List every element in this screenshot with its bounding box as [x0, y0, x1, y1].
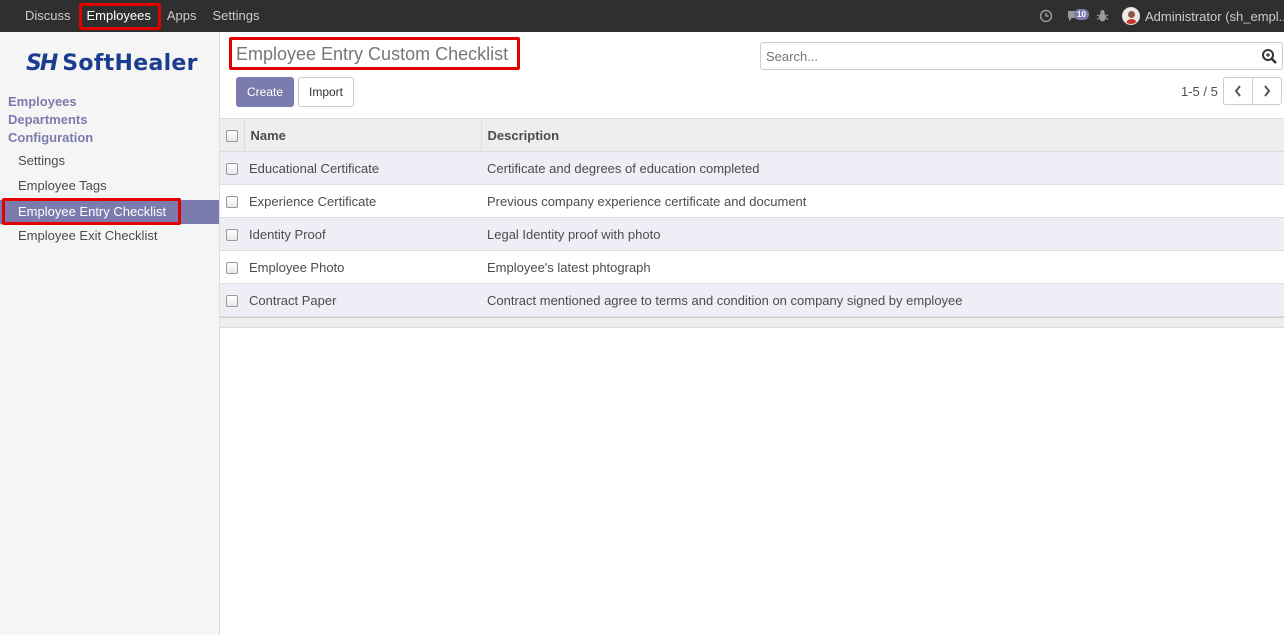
- chat-icon[interactable]: 10: [1060, 0, 1089, 32]
- table-footer: [220, 317, 1284, 327]
- sidebar-item-settings[interactable]: Settings: [0, 149, 219, 173]
- app-menu: Discuss Employees Apps Settings: [17, 0, 267, 32]
- sidebar-section-employees[interactable]: Employees: [8, 94, 77, 109]
- row-checkbox[interactable]: [226, 262, 238, 275]
- chevron-right-icon: [1264, 85, 1271, 97]
- search-box: [760, 42, 1283, 70]
- row-select-cell: [220, 185, 244, 218]
- pager-previous-button[interactable]: [1223, 77, 1253, 105]
- sidebar-section-configuration[interactable]: Configuration: [8, 130, 93, 145]
- avatar: [1122, 7, 1140, 25]
- row-description[interactable]: Previous company experience certificate …: [481, 185, 1284, 218]
- table-row[interactable]: Experience Certificate Previous company …: [220, 184, 1284, 218]
- main-content: Employee Entry Custom Checklist Create I…: [220, 32, 1284, 635]
- logo-mark: SH: [26, 50, 58, 76]
- chat-badge: 10: [1074, 9, 1089, 20]
- row-select-cell: [220, 218, 244, 251]
- row-description[interactable]: Employee's latest phtograph: [481, 251, 1284, 284]
- company-logo: SH SoftHealer: [26, 50, 198, 76]
- search-input[interactable]: [761, 43, 1251, 69]
- menu-discuss[interactable]: Discuss: [17, 0, 79, 32]
- menu-settings[interactable]: Settings: [204, 0, 267, 32]
- pager-next-button[interactable]: [1252, 77, 1282, 105]
- page-title: Employee Entry Custom Checklist: [236, 44, 509, 64]
- table-row[interactable]: Identity Proof Legal Identity proof with…: [220, 217, 1284, 251]
- sidebar-item-employee-exit-checklist[interactable]: Employee Exit Checklist: [0, 224, 219, 248]
- table-row[interactable]: Employee Photo Employee's latest phtogra…: [220, 250, 1284, 284]
- control-panel: Employee Entry Custom Checklist Create I…: [220, 32, 1284, 118]
- row-description[interactable]: Contract mentioned agree to terms and co…: [481, 284, 1284, 317]
- column-header-name[interactable]: Name: [243, 118, 482, 152]
- row-checkbox[interactable]: [226, 163, 238, 176]
- list-view: Name Description Educational Certificate…: [220, 118, 1284, 328]
- table-row[interactable]: Contract Paper Contract mentioned agree …: [220, 283, 1284, 317]
- table-row[interactable]: Educational Certificate Certificate and …: [220, 151, 1284, 185]
- menu-employees[interactable]: Employees: [79, 0, 159, 32]
- user-name: Administrator (sh_empl...: [1145, 8, 1284, 24]
- pager-value[interactable]: 1-5 / 5: [1181, 84, 1218, 99]
- sidebar-item-employee-entry-checklist[interactable]: Employee Entry Checklist: [0, 200, 219, 224]
- select-all-header: [220, 118, 244, 152]
- create-button[interactable]: Create: [236, 77, 294, 107]
- row-name[interactable]: Identity Proof: [244, 218, 481, 251]
- user-menu[interactable]: Administrator (sh_empl...: [1116, 7, 1284, 25]
- row-name[interactable]: Experience Certificate: [244, 185, 481, 218]
- checklist-table: Name Description Educational Certificate…: [220, 118, 1284, 317]
- table-header-row: Name Description: [220, 118, 1284, 152]
- logo-text: SoftHealer: [62, 50, 198, 76]
- row-checkbox[interactable]: [226, 295, 238, 308]
- row-checkbox[interactable]: [226, 229, 238, 242]
- row-select-cell: [220, 251, 244, 284]
- row-description[interactable]: Legal Identity proof with photo: [481, 218, 1284, 251]
- row-description[interactable]: Certificate and degrees of education com…: [481, 152, 1284, 185]
- top-navbar: Discuss Employees Apps Settings 10 Admin…: [0, 0, 1284, 32]
- row-name[interactable]: Contract Paper: [244, 284, 481, 317]
- bug-icon[interactable]: [1088, 0, 1116, 32]
- sidebar-section-departments[interactable]: Departments: [8, 112, 87, 127]
- menu-apps[interactable]: Apps: [159, 0, 205, 32]
- sidebar: SH SoftHealer Employees Departments Conf…: [0, 32, 220, 635]
- row-select-cell: [220, 152, 244, 185]
- row-checkbox[interactable]: [226, 196, 238, 209]
- sidebar-item-employee-tags[interactable]: Employee Tags: [0, 174, 219, 198]
- column-header-description[interactable]: Description: [481, 118, 1284, 152]
- import-button[interactable]: Import: [298, 77, 354, 107]
- clock-icon[interactable]: [1032, 0, 1060, 32]
- row-name[interactable]: Employee Photo: [244, 251, 481, 284]
- search-icon[interactable]: [1261, 48, 1278, 65]
- chevron-left-icon: [1234, 85, 1241, 97]
- row-select-cell: [220, 284, 244, 317]
- select-all-checkbox[interactable]: [226, 130, 238, 143]
- row-name[interactable]: Educational Certificate: [244, 152, 481, 185]
- systray: 10 Administrator (sh_empl...: [1032, 0, 1284, 32]
